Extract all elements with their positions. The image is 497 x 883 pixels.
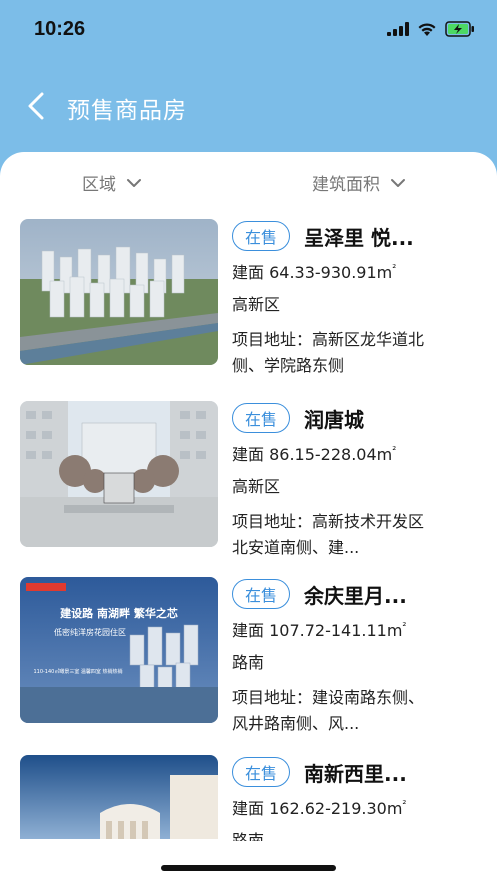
listing-card[interactable]: 在售 呈泽里 悦... 建面 64.33-930.91m² 高新区 项目地址：高… — [20, 219, 480, 375]
listing-area: 建面 86.15-228.04m² — [232, 445, 397, 464]
listing-district: 路南 — [232, 653, 265, 672]
listing-area: 建面 107.72-141.11m² — [232, 621, 407, 640]
listing-area: 建面 162.62-219.30m² — [232, 799, 407, 818]
signal-icon — [387, 22, 409, 36]
thumb-headline: 建设路 南湖畔 繁华之芯 — [60, 606, 178, 620]
thumb-note: 110-140㎡瞰景三室 温馨四室 热销热销 — [33, 668, 122, 675]
listing-address: 项目地址：建设南路东侧、风井路南侧、风... — [232, 688, 425, 733]
status-time: 10:26 — [34, 18, 86, 40]
listing-info: 在售 呈泽里 悦... 建面 64.33-930.91m² 高新区 项目地址：高… — [232, 219, 482, 379]
listing-card[interactable]: 在售 南新西里... 建面 162.62-219.30m² 路南 — [20, 755, 480, 883]
listing-name: 呈泽里 悦... — [304, 225, 414, 250]
listing-name: 余庆里月... — [304, 583, 407, 608]
listing-district: 高新区 — [232, 477, 281, 496]
status-badge: 在售 — [232, 579, 291, 609]
area-filter[interactable]: 建筑面积 — [312, 170, 406, 195]
listing-thumbnail — [20, 219, 218, 365]
wifi-icon — [418, 22, 436, 36]
listing-area: 建面 64.33-930.91m² — [232, 263, 397, 282]
region-filter-label: 区域 — [82, 175, 116, 195]
region-filter[interactable]: 区域 — [82, 170, 142, 195]
battery-charging-icon — [445, 21, 474, 37]
area-filter-label: 建筑面积 — [312, 175, 380, 195]
nav-bar: 预售商品房 — [0, 80, 497, 132]
listing-district: 路南 — [232, 831, 265, 841]
status-bar: 10:26 — [0, 0, 497, 60]
home-indicator — [161, 865, 336, 871]
listing-card[interactable]: 在售 润唐城 建面 86.15-228.04m² 高新区 项目地址：高新技术开发… — [20, 401, 480, 557]
listing-info: 在售 余庆里月... 建面 107.72-141.11m² 路南 项目地址：建设… — [232, 577, 482, 737]
status-icons — [387, 21, 475, 37]
filter-bar: 区域 建筑面积 — [0, 170, 497, 202]
page-title: 预售商品房 — [67, 98, 187, 124]
listing-name: 南新西里... — [304, 761, 407, 786]
content-sheet: 区域 建筑面积 在售 呈泽里 悦... 建面 64.33-930.91m² 高新… — [0, 152, 497, 883]
status-badge: 在售 — [232, 221, 291, 251]
status-badge: 在售 — [232, 403, 291, 433]
listing-thumbnail: 建设路 南湖畔 繁华之芯 低密纯洋房花园住区 110-140㎡瞰景三室 温馨四室… — [20, 577, 218, 723]
listing-thumbnail — [20, 401, 218, 547]
thumb-subtitle: 低密纯洋房花园住区 — [54, 627, 126, 637]
status-badge: 在售 — [232, 757, 291, 787]
listing-address: 项目地址：高新区龙华道北侧、学院路东侧 — [232, 330, 425, 375]
chevron-down-icon — [127, 178, 141, 187]
chevron-down-icon — [391, 178, 405, 187]
listing-name: 润唐城 — [304, 407, 365, 432]
listing-card[interactable]: 建设路 南湖畔 繁华之芯 低密纯洋房花园住区 110-140㎡瞰景三室 温馨四室… — [20, 577, 480, 733]
listing-address: 项目地址：高新技术开发区北安道南侧、建... — [232, 512, 425, 557]
back-chevron-icon[interactable] — [24, 90, 50, 122]
listing-info: 在售 南新西里... 建面 162.62-219.30m² 路南 — [232, 755, 482, 841]
listing-district: 高新区 — [232, 295, 281, 314]
listing-thumbnail — [20, 755, 218, 839]
listing-info: 在售 润唐城 建面 86.15-228.04m² 高新区 项目地址：高新技术开发… — [232, 401, 482, 561]
